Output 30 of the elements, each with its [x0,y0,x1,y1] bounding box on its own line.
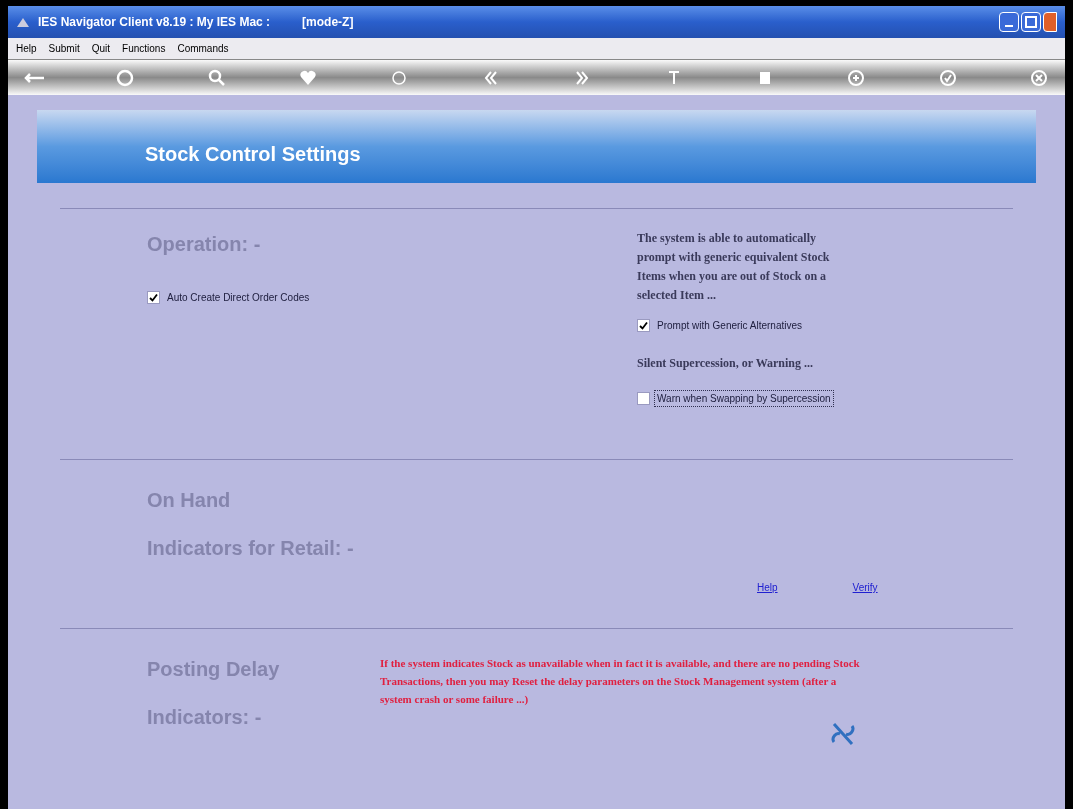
check-icon [639,321,648,330]
checkbox-label[interactable]: Warn when Swapping by Supercession [654,390,834,407]
search-icon[interactable] [206,67,227,88]
checkbox[interactable] [637,392,650,405]
menu-item[interactable]: Help [16,41,37,56]
menu-item[interactable]: Quit [91,41,111,56]
minimize-button[interactable] [999,12,1019,32]
check-icon [149,293,158,302]
checkbox-label[interactable]: Prompt with Generic Alternatives [654,317,806,334]
description-text: The system is able to automatically prompt with generic equivalent Stock Items when you are out of Stock on a selected Item ... [637,230,831,304]
menu-item[interactable]: Submit [48,41,80,56]
close-icon[interactable] [1028,67,1049,88]
check-circle-icon[interactable] [937,67,958,88]
plus-circle-icon[interactable] [846,67,867,88]
link[interactable]: Help [757,580,778,595]
window-title: IES Navigator Client v8.19 : My IES Mac : [38,14,271,31]
menu-item[interactable]: Commands [177,41,229,56]
window-mode: [mode-Z] [302,14,354,31]
checkbox[interactable] [637,319,650,332]
note-text: If the system indicates Stock as unavailable when in fact it is available, and there are no pending Stock Transactions, then you may Reset the delay parameters on the Stock Management system (after a system crash or some failure ...) [380,656,861,707]
section-subheading: Silent Supercession, or Warning ... [637,355,815,372]
maximize-button[interactable] [1021,12,1041,32]
checkbox-label[interactable]: Auto Create Direct Order Codes [164,289,313,306]
menu-item[interactable]: Functions [122,41,166,56]
broken-link-icon[interactable] [830,720,856,748]
link[interactable]: Verify [852,580,878,595]
close-button[interactable] [1043,12,1057,32]
page-title: Stock Control Settings [145,142,361,167]
checkbox[interactable] [147,291,160,304]
app-icon [16,16,30,28]
